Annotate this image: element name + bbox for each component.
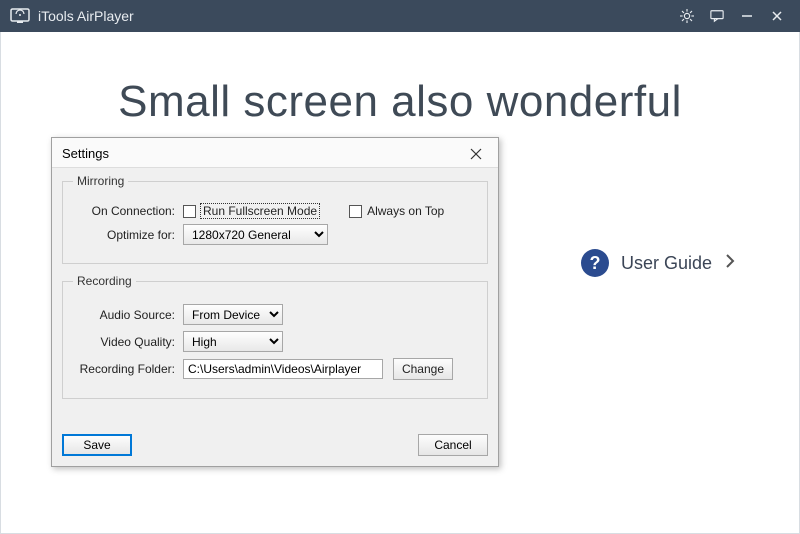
chevron-right-icon bbox=[724, 253, 736, 274]
optimize-for-label: Optimize for: bbox=[73, 228, 183, 242]
dialog-close-button[interactable] bbox=[462, 143, 490, 165]
fullscreen-checkbox[interactable]: Run Fullscreen Mode bbox=[183, 204, 319, 218]
video-quality-label: Video Quality: bbox=[73, 335, 183, 349]
app-title: iTools AirPlayer bbox=[38, 8, 134, 24]
always-on-top-checkbox[interactable]: Always on Top bbox=[349, 204, 444, 218]
recording-folder-input[interactable] bbox=[183, 359, 383, 379]
on-connection-label: On Connection: bbox=[73, 204, 183, 218]
minimize-button[interactable] bbox=[732, 2, 762, 30]
app-icon bbox=[10, 8, 30, 24]
change-folder-button[interactable]: Change bbox=[393, 358, 453, 380]
close-button[interactable] bbox=[762, 2, 792, 30]
cancel-button[interactable]: Cancel bbox=[418, 434, 488, 456]
dialog-titlebar[interactable]: Settings bbox=[52, 138, 498, 168]
user-guide-label: User Guide bbox=[621, 253, 712, 274]
user-guide-link[interactable]: ? User Guide bbox=[581, 249, 736, 277]
optimize-for-select[interactable]: 1280x720 General bbox=[183, 224, 328, 245]
window-titlebar: iTools AirPlayer bbox=[0, 0, 800, 32]
main-content: Small screen also wonderful ? User Guide… bbox=[0, 32, 800, 534]
fullscreen-checkbox-label: Run Fullscreen Mode bbox=[201, 204, 319, 218]
settings-dialog: Settings Mirroring On Connection: Run Fu… bbox=[51, 137, 499, 467]
checkbox-box-icon bbox=[183, 205, 196, 218]
recording-folder-label: Recording Folder: bbox=[73, 362, 183, 376]
help-icon: ? bbox=[581, 249, 609, 277]
recording-legend: Recording bbox=[73, 274, 136, 288]
mirroring-legend: Mirroring bbox=[73, 174, 128, 188]
mirroring-group: Mirroring On Connection: Run Fullscreen … bbox=[62, 174, 488, 264]
save-button[interactable]: Save bbox=[62, 434, 132, 456]
feedback-icon[interactable] bbox=[702, 2, 732, 30]
headline: Small screen also wonderful bbox=[1, 77, 799, 127]
dialog-body: Mirroring On Connection: Run Fullscreen … bbox=[52, 168, 498, 434]
settings-gear-icon[interactable] bbox=[672, 2, 702, 30]
recording-group: Recording Audio Source: From Device Vide… bbox=[62, 274, 488, 399]
dialog-footer: Save Cancel bbox=[52, 434, 498, 466]
checkbox-box-icon bbox=[349, 205, 362, 218]
dialog-title: Settings bbox=[62, 146, 462, 161]
audio-source-select[interactable]: From Device bbox=[183, 304, 283, 325]
audio-source-label: Audio Source: bbox=[73, 308, 183, 322]
video-quality-select[interactable]: High bbox=[183, 331, 283, 352]
always-on-top-label: Always on Top bbox=[367, 204, 444, 218]
